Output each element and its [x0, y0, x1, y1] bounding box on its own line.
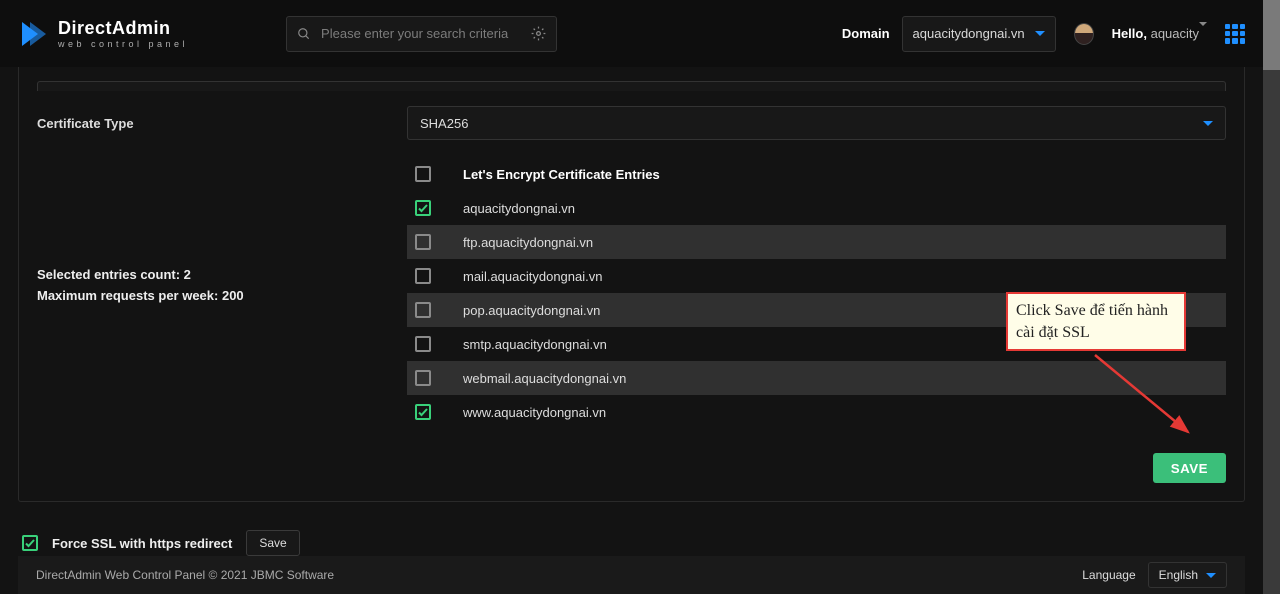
chevron-down-icon	[1035, 31, 1045, 36]
entries-summary: Selected entries count: 2 Maximum reques…	[37, 157, 407, 429]
table-row: www.aquacitydongnai.vn	[407, 395, 1226, 429]
table-row: ftp.aquacitydongnai.vn	[407, 225, 1226, 259]
search-icon	[297, 27, 311, 41]
ssl-panel: Certificate Type SHA256 Selected entries…	[18, 67, 1245, 502]
top-bar: DirectAdmin web control panel Domain aqu…	[0, 0, 1263, 67]
entry-label: smtp.aquacitydongnai.vn	[463, 337, 607, 352]
cert-type-row: Certificate Type SHA256	[37, 105, 1226, 141]
domain-label: Domain	[842, 26, 890, 41]
domain-select[interactable]: aquacitydongnai.vn	[902, 16, 1056, 52]
force-ssl-checkbox[interactable]	[22, 535, 38, 551]
entry-label: aquacitydongnai.vn	[463, 201, 575, 216]
entries-header-row: Let's Encrypt Certificate Entries	[407, 157, 1226, 191]
global-search[interactable]	[286, 16, 557, 52]
entry-label: mail.aquacitydongnai.vn	[463, 269, 602, 284]
select-all-checkbox[interactable]	[415, 166, 431, 182]
entry-checkbox[interactable]	[415, 370, 431, 386]
chevron-down-icon	[1199, 22, 1207, 41]
logo-icon	[18, 18, 50, 50]
entry-label: pop.aquacitydongnai.vn	[463, 303, 600, 318]
entry-checkbox[interactable]	[415, 336, 431, 352]
language-select[interactable]: English	[1148, 562, 1227, 588]
table-row: aquacitydongnai.vn	[407, 191, 1226, 225]
entry-label: www.aquacitydongnai.vn	[463, 405, 606, 420]
search-input[interactable]	[321, 26, 521, 41]
language-label: Language	[1082, 568, 1135, 582]
annotation-callout: Click Save để tiến hành cài đặt SSL	[1006, 292, 1186, 351]
entry-checkbox[interactable]	[415, 200, 431, 216]
chevron-down-icon	[1206, 573, 1216, 578]
cert-type-label: Certificate Type	[37, 116, 407, 131]
brand-title: DirectAdmin	[58, 19, 188, 37]
brand-subtitle: web control panel	[58, 40, 188, 49]
entry-checkbox[interactable]	[415, 234, 431, 250]
gear-icon[interactable]	[531, 26, 546, 41]
scroll-thumb[interactable]	[1263, 0, 1280, 70]
domain-value: aquacitydongnai.vn	[913, 26, 1025, 41]
force-ssl-label: Force SSL with https redirect	[52, 536, 232, 551]
entry-checkbox[interactable]	[415, 404, 431, 420]
save-button[interactable]: SAVE	[1153, 453, 1226, 483]
cert-type-select[interactable]: SHA256	[407, 106, 1226, 140]
entry-label: ftp.aquacitydongnai.vn	[463, 235, 593, 250]
selected-count: Selected entries count: 2	[37, 265, 407, 286]
table-row: webmail.aquacitydongnai.vn	[407, 361, 1226, 395]
force-ssl-row: Force SSL with https redirect Save	[18, 530, 1245, 556]
entries-header: Let's Encrypt Certificate Entries	[463, 167, 660, 182]
max-requests: Maximum requests per week: 200	[37, 286, 407, 307]
apps-grid-icon[interactable]	[1225, 24, 1245, 44]
previous-field-fragment[interactable]	[37, 81, 1226, 91]
chevron-down-icon	[1203, 121, 1213, 126]
entry-checkbox[interactable]	[415, 302, 431, 318]
footer: DirectAdmin Web Control Panel © 2021 JBM…	[18, 556, 1245, 594]
footer-copy: DirectAdmin Web Control Panel © 2021 JBM…	[36, 568, 334, 582]
avatar[interactable]	[1074, 23, 1094, 45]
hello-user[interactable]: Hello, aquacity	[1112, 26, 1207, 41]
entry-label: webmail.aquacitydongnai.vn	[463, 371, 626, 386]
entry-checkbox[interactable]	[415, 268, 431, 284]
table-row: mail.aquacitydongnai.vn	[407, 259, 1226, 293]
brand-logo[interactable]: DirectAdmin web control panel	[18, 18, 188, 50]
page-scrollbar[interactable]	[1263, 0, 1280, 594]
force-ssl-save-button[interactable]: Save	[246, 530, 299, 556]
